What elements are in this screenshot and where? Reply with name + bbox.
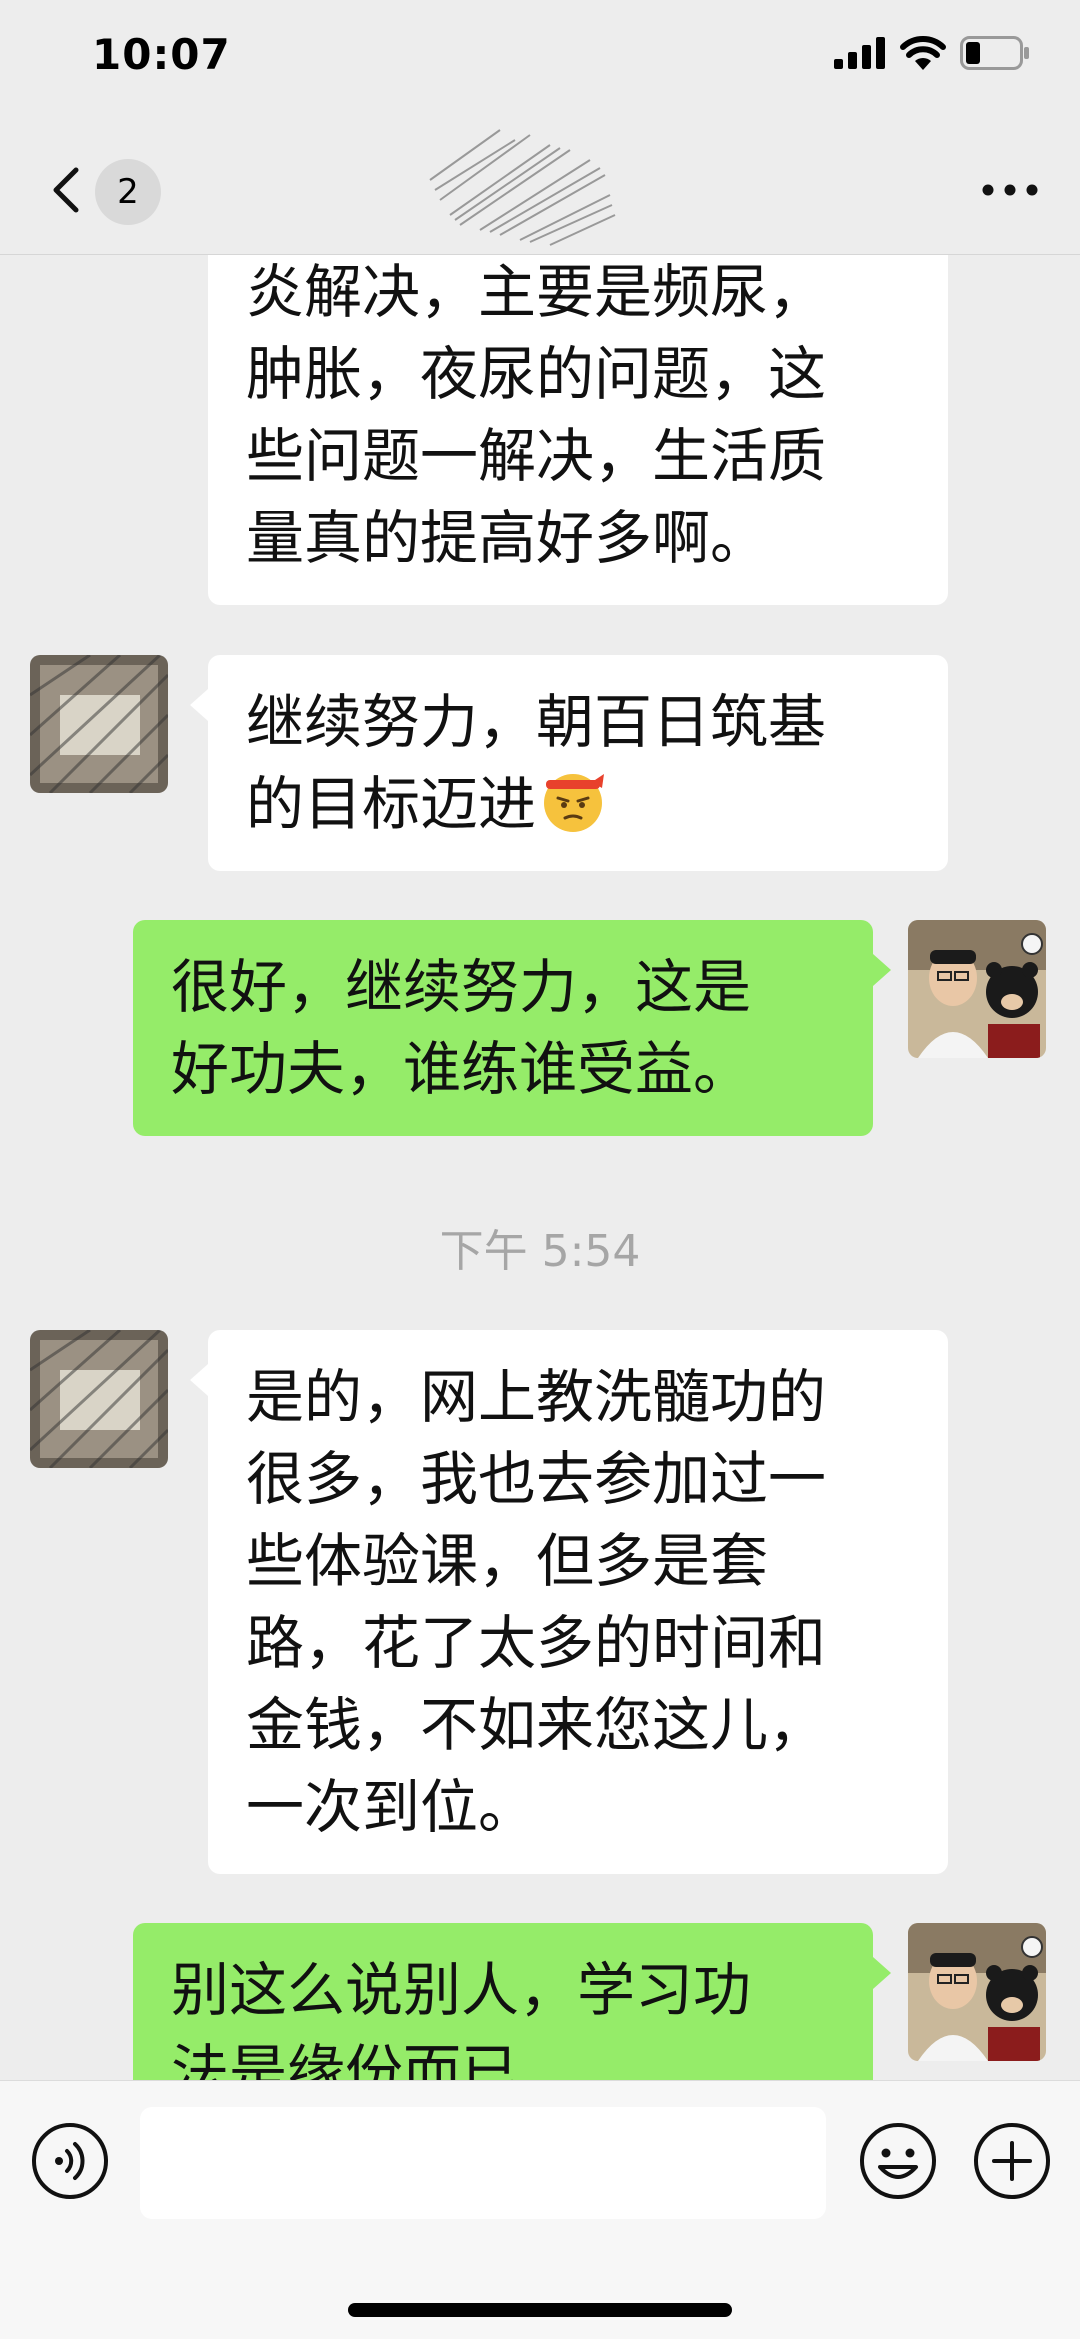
message-input[interactable]: [140, 2107, 826, 2219]
unread-badge[interactable]: 2: [95, 159, 161, 225]
home-indicator[interactable]: [348, 2303, 732, 2317]
voice-icon[interactable]: [30, 2121, 110, 2201]
avatar-self[interactable]: [908, 920, 1046, 1058]
chat-header: 2: [0, 120, 1080, 255]
message-list[interactable]: 炎解决，主要是频尿， 肿胀，夜尿的问题，这 些问题一解决，生活质 量真的提高好多…: [0, 255, 1080, 2080]
wifi-icon: [900, 36, 946, 70]
status-time: 10:07: [92, 30, 231, 79]
message-bubble-incoming[interactable]: 炎解决，主要是频尿， 肿胀，夜尿的问题，这 些问题一解决，生活质 量真的提高好多…: [208, 255, 948, 605]
message-text: 继续努力，朝百日筑基 的目标迈进: [246, 688, 827, 838]
message-bubble-outgoing[interactable]: 很好，继续努力，这是 好功夫，谁练谁受益。: [133, 920, 891, 1136]
message-text: 炎解决，主要是频尿， 肿胀，夜尿的问题，这 些问题一解决，生活质 量真的提高好多…: [246, 258, 827, 572]
emoji-icon[interactable]: [858, 2121, 938, 2201]
message-text: 别这么说别人，学习功 法是缘份而已: [171, 1956, 752, 2080]
message-bubble-incoming[interactable]: 继续努力，朝百日筑基 的目标迈进: [190, 655, 948, 871]
status-bar: 10:07: [0, 0, 1080, 120]
message-text: 是的，网上教洗髓功的 很多，我也去参加过一 些体验课，但多是套 路，花了太多的时…: [246, 1363, 827, 1841]
message-bubble-outgoing[interactable]: 别这么说别人，学习功 法是缘份而已: [133, 1923, 891, 2080]
status-icons: [834, 36, 1030, 70]
avatar-contact[interactable]: [30, 655, 168, 793]
timestamp: 下午 5:54: [439, 1226, 641, 1277]
back-icon[interactable]: [40, 160, 100, 220]
signal-icon: [834, 37, 885, 69]
more-icon[interactable]: [970, 160, 1050, 220]
plus-icon[interactable]: [972, 2121, 1052, 2201]
battery-icon: [960, 36, 1029, 70]
message-bubble-incoming[interactable]: 是的，网上教洗髓功的 很多，我也去参加过一 些体验课，但多是套 路，花了太多的时…: [190, 1330, 948, 1874]
determined-face-emoji-icon: [544, 774, 605, 832]
input-bar: [0, 2080, 1080, 2339]
avatar-self[interactable]: [908, 1923, 1046, 2061]
avatar-contact[interactable]: [30, 1330, 168, 1468]
message-text: 很好，继续努力，这是 好功夫，谁练谁受益。: [171, 953, 752, 1103]
chat-title-redacted: [429, 129, 616, 246]
